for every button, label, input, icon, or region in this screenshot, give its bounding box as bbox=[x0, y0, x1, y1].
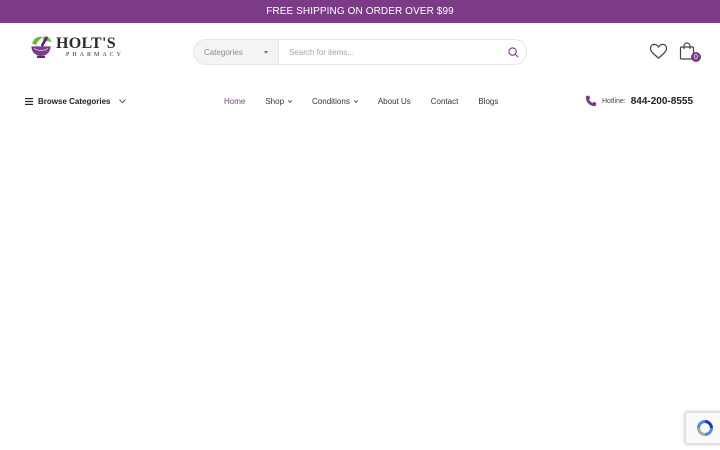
browse-categories-button[interactable]: Browse Categories bbox=[25, 94, 127, 108]
chevron-down-icon bbox=[288, 99, 293, 103]
caret-down-icon bbox=[264, 51, 268, 54]
announcement-text: FREE SHIPPING ON ORDER OVER $99 bbox=[266, 6, 454, 17]
phone-icon bbox=[585, 95, 597, 107]
search-bar: Categories bbox=[193, 39, 527, 65]
category-select[interactable]: Categories bbox=[194, 40, 279, 64]
recaptcha-badge[interactable] bbox=[685, 412, 720, 444]
nav-item-label: Blogs bbox=[478, 96, 499, 106]
hotline-label: Hotline: bbox=[602, 97, 626, 105]
heart-icon bbox=[649, 43, 668, 59]
recaptcha-icon bbox=[697, 420, 713, 436]
nav-item-home[interactable]: Home bbox=[224, 97, 245, 106]
nav-item-shop[interactable]: Shop bbox=[265, 96, 293, 106]
search-input[interactable] bbox=[279, 40, 500, 64]
nav-item-label: Contact bbox=[430, 96, 459, 106]
cart-count-badge: 0 bbox=[691, 52, 701, 62]
search-icon bbox=[507, 46, 518, 57]
mortar-pestle-icon bbox=[31, 36, 52, 58]
nav-item-label: About Us bbox=[377, 96, 411, 106]
nav-item-label: Shop bbox=[265, 96, 285, 106]
search-button[interactable] bbox=[500, 40, 526, 64]
nav-item-blogs[interactable]: Blogs bbox=[478, 97, 498, 106]
announcement-bar: FREE SHIPPING ON ORDER OVER $99 bbox=[0, 0, 720, 23]
wishlist-button[interactable] bbox=[649, 43, 668, 60]
brand-subtitle: PHARMACY bbox=[65, 52, 124, 58]
hotline[interactable]: Hotline: 844-200-8555 bbox=[585, 94, 693, 108]
nav-item-about-us[interactable]: About Us bbox=[378, 97, 411, 106]
chevron-down-icon bbox=[119, 98, 127, 104]
brand-name: HOLT'S bbox=[55, 35, 116, 52]
menu-icon bbox=[25, 97, 33, 105]
category-select-value: Categories bbox=[204, 47, 243, 57]
main-navigation: Home Shop Conditions About Us Contact Bl… bbox=[224, 94, 518, 108]
hotline-number[interactable]: 844-200-8555 bbox=[631, 96, 693, 107]
nav-item-conditions[interactable]: Conditions bbox=[312, 97, 358, 106]
nav-item-contact[interactable]: Contact bbox=[431, 97, 459, 106]
nav-item-label: Conditions bbox=[312, 96, 350, 106]
nav-item-label: Home bbox=[224, 96, 246, 106]
browse-categories-label: Browse Categories bbox=[38, 96, 111, 106]
site-logo[interactable]: HOLT'S PHARMACY bbox=[28, 28, 124, 66]
chevron-down-icon bbox=[353, 99, 358, 103]
